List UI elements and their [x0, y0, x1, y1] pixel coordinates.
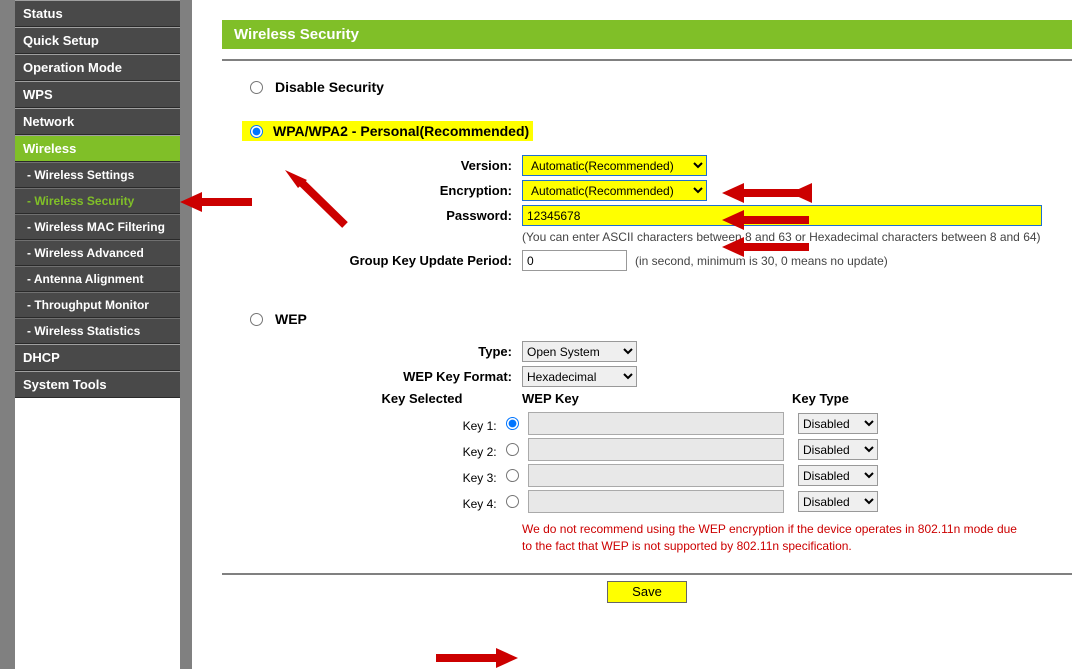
radio-disable-security[interactable]: [250, 81, 263, 94]
wep-col-selected: Key Selected: [322, 391, 522, 406]
page-title: Wireless Security: [222, 20, 1072, 49]
sidebar-item-operation-mode[interactable]: Operation Mode: [15, 54, 180, 81]
wep-key-type-select[interactable]: Disabled: [798, 413, 878, 434]
sidebar-item-network[interactable]: Network: [15, 108, 180, 135]
sidebar-item-wireless[interactable]: Wireless: [15, 135, 180, 162]
radio-wep[interactable]: [250, 313, 263, 326]
sidebar-item-dhcp[interactable]: DHCP: [15, 344, 180, 371]
sidebar-item-quick-setup[interactable]: Quick Setup: [15, 27, 180, 54]
wep-key-label: Key 4:: [463, 497, 497, 511]
option-disable-security: Disable Security: [222, 79, 1072, 95]
wep-key-radio[interactable]: [506, 469, 519, 482]
option-wep: WEP: [222, 311, 1072, 327]
wpa-gkup-input[interactable]: [522, 250, 627, 271]
wep-key-type-select[interactable]: Disabled: [798, 491, 878, 512]
divider-bottom: [222, 573, 1072, 575]
disable-security-label: Disable Security: [275, 79, 384, 95]
wep-format-label: WEP Key Format:: [222, 369, 522, 384]
radio-wpa-personal[interactable]: [250, 125, 263, 138]
wep-warning: We do not recommend using the WEP encryp…: [522, 521, 1022, 555]
wpa-password-hint: (You can enter ASCII characters between …: [522, 230, 1072, 244]
sidebar: StatusQuick SetupOperation ModeWPSNetwor…: [15, 0, 180, 398]
wep-key-radio[interactable]: [506, 443, 519, 456]
wep-key-input[interactable]: [528, 464, 784, 487]
save-button[interactable]: Save: [607, 581, 687, 603]
wpa-encryption-label: Encryption:: [222, 183, 522, 198]
wep-key-row: Key 4: Disabled: [322, 490, 1072, 513]
wep-key-type-select[interactable]: Disabled: [798, 465, 878, 486]
wep-key-table: Key Selected WEP Key Key Type Key 1: Dis…: [322, 391, 1072, 513]
option-wpa-personal: WPA/WPA2 - Personal(Recommended): [222, 121, 1072, 141]
sidebar-item-status[interactable]: Status: [15, 0, 180, 27]
sidebar-subitem-antenna-alignment[interactable]: - Antenna Alignment: [15, 266, 180, 292]
wep-type-select[interactable]: Open System: [522, 341, 637, 362]
wep-format-select[interactable]: Hexadecimal: [522, 366, 637, 387]
wpa-version-label: Version:: [222, 158, 522, 173]
wep-col-type: Key Type: [792, 391, 912, 406]
wep-key-radio[interactable]: [506, 495, 519, 508]
wep-label: WEP: [275, 311, 307, 327]
wep-key-input[interactable]: [528, 438, 784, 461]
divider: [222, 59, 1072, 61]
sidebar-item-system-tools[interactable]: System Tools: [15, 371, 180, 398]
sidebar-subitem-wireless-security[interactable]: - Wireless Security: [15, 188, 180, 214]
wep-key-label: Key 2:: [463, 445, 497, 459]
wep-key-type-select[interactable]: Disabled: [798, 439, 878, 460]
wpa-gkup-hint: (in second, minimum is 30, 0 means no up…: [635, 254, 888, 268]
wep-key-label: Key 3:: [463, 471, 497, 485]
sidebar-subitem-wireless-advanced[interactable]: - Wireless Advanced: [15, 240, 180, 266]
wep-key-row: Key 2: Disabled: [322, 438, 1072, 461]
left-frame-border: [0, 0, 15, 669]
wpa-encryption-select[interactable]: Automatic(Recommended): [522, 180, 707, 201]
wep-key-row: Key 1: Disabled: [322, 412, 1072, 435]
wep-key-row: Key 3: Disabled: [322, 464, 1072, 487]
wep-key-input[interactable]: [528, 412, 784, 435]
wpa-gkup-label: Group Key Update Period:: [222, 253, 522, 268]
wep-type-label: Type:: [222, 344, 522, 359]
wpa-personal-label: WPA/WPA2 - Personal(Recommended): [273, 123, 529, 139]
sidebar-subitem-throughput-monitor[interactable]: - Throughput Monitor: [15, 292, 180, 318]
wep-key-label: Key 1:: [463, 419, 497, 433]
sidebar-divider: [180, 0, 192, 669]
main-content: Wireless Security Disable Security WPA/W…: [192, 0, 1082, 669]
wep-col-key: WEP Key: [522, 391, 792, 406]
wep-key-radio[interactable]: [506, 417, 519, 430]
sidebar-item-wps[interactable]: WPS: [15, 81, 180, 108]
wpa-password-label: Password:: [222, 208, 522, 223]
wpa-version-select[interactable]: Automatic(Recommended): [522, 155, 707, 176]
wep-key-input[interactable]: [528, 490, 784, 513]
wpa-password-input[interactable]: [522, 205, 1042, 226]
sidebar-subitem-wireless-settings[interactable]: - Wireless Settings: [15, 162, 180, 188]
sidebar-subitem-wireless-statistics[interactable]: - Wireless Statistics: [15, 318, 180, 344]
sidebar-subitem-wireless-mac-filtering[interactable]: - Wireless MAC Filtering: [15, 214, 180, 240]
